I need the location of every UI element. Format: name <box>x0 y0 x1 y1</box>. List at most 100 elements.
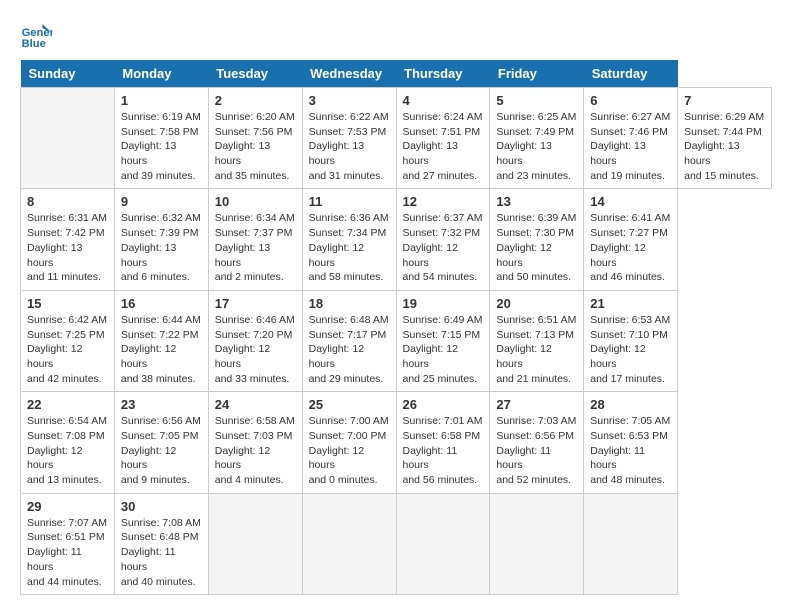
day-cell: 11Sunrise: 6:36 AM Sunset: 7:34 PM Dayli… <box>302 189 396 290</box>
day-cell: 6Sunrise: 6:27 AM Sunset: 7:46 PM Daylig… <box>584 88 678 189</box>
day-cell <box>396 493 490 594</box>
day-number: 27 <box>496 397 577 412</box>
day-cell <box>208 493 302 594</box>
day-number: 10 <box>215 194 296 209</box>
day-number: 12 <box>403 194 484 209</box>
svg-text:Blue: Blue <box>22 38 46 50</box>
day-info: Sunrise: 6:24 AM Sunset: 7:51 PM Dayligh… <box>403 110 484 183</box>
day-number: 17 <box>215 296 296 311</box>
day-info: Sunrise: 6:58 AM Sunset: 7:03 PM Dayligh… <box>215 414 296 487</box>
day-cell: 17 Sunrise: 6:46 AM Sunset: 7:20 PM Dayli… <box>208 290 302 391</box>
day-header-saturday: Saturday <box>584 60 678 88</box>
day-cell <box>490 493 584 594</box>
day-info: Sunrise: 7:08 AM Sunset: 6:48 PM Dayligh… <box>121 516 202 589</box>
day-number: 8 <box>27 194 108 209</box>
week-row-0: 1 Sunrise: 6:19 AM Sunset: 7:58 PM Daylig… <box>21 88 772 189</box>
day-header-thursday: Thursday <box>396 60 490 88</box>
day-info: Sunrise: 6:29 AM Sunset: 7:44 PM Dayligh… <box>684 110 765 183</box>
day-cell: 30 Sunrise: 7:08 AM Sunset: 6:48 PM Dayli… <box>114 493 208 594</box>
day-number: 23 <box>121 397 202 412</box>
day-cell: 5 Sunrise: 6:25 AM Sunset: 7:49 PM Daylig… <box>490 88 584 189</box>
day-number: 28 <box>590 397 671 412</box>
day-cell <box>302 493 396 594</box>
logo: General Blue <box>20 20 54 52</box>
day-info: Sunrise: 6:32 AM Sunset: 7:39 PM Dayligh… <box>121 211 202 284</box>
day-cell: 4 Sunrise: 6:24 AM Sunset: 7:51 PM Daylig… <box>396 88 490 189</box>
day-info: Sunrise: 6:51 AM Sunset: 7:13 PM Dayligh… <box>496 313 577 386</box>
day-number: 26 <box>403 397 484 412</box>
day-info: Sunrise: 6:48 AM Sunset: 7:17 PM Dayligh… <box>309 313 390 386</box>
day-cell: 29 Sunrise: 7:07 AM Sunset: 6:51 PM Dayli… <box>21 493 115 594</box>
day-number: 2 <box>215 93 296 108</box>
day-cell: 19Sunrise: 6:49 AM Sunset: 7:15 PM Dayli… <box>396 290 490 391</box>
day-cell: 18Sunrise: 6:48 AM Sunset: 7:17 PM Dayli… <box>302 290 396 391</box>
day-number: 29 <box>27 499 108 514</box>
day-info: Sunrise: 6:20 AM Sunset: 7:56 PM Dayligh… <box>215 110 296 183</box>
day-info: Sunrise: 6:54 AM Sunset: 7:08 PM Dayligh… <box>27 414 108 487</box>
day-number: 7 <box>684 93 765 108</box>
day-number: 22 <box>27 397 108 412</box>
day-info: Sunrise: 7:03 AM Sunset: 6:56 PM Dayligh… <box>496 414 577 487</box>
day-cell: 28 Sunrise: 7:05 AM Sunset: 6:53 PM Dayli… <box>584 392 678 493</box>
day-info: Sunrise: 6:31 AM Sunset: 7:42 PM Dayligh… <box>27 211 108 284</box>
day-number: 30 <box>121 499 202 514</box>
day-cell: 26 Sunrise: 7:01 AM Sunset: 6:58 PM Dayli… <box>396 392 490 493</box>
calendar-table: SundayMondayTuesdayWednesdayThursdayFrid… <box>20 60 772 595</box>
week-row-3: 22 Sunrise: 6:54 AM Sunset: 7:08 PM Dayli… <box>21 392 772 493</box>
day-cell: 14 Sunrise: 6:41 AM Sunset: 7:27 PM Dayli… <box>584 189 678 290</box>
day-cell: 21 Sunrise: 6:53 AM Sunset: 7:10 PM Dayli… <box>584 290 678 391</box>
day-info: Sunrise: 6:36 AM Sunset: 7:34 PM Dayligh… <box>309 211 390 284</box>
day-info: Sunrise: 6:37 AM Sunset: 7:32 PM Dayligh… <box>403 211 484 284</box>
day-number: 9 <box>121 194 202 209</box>
day-cell: 12 Sunrise: 6:37 AM Sunset: 7:32 PM Dayli… <box>396 189 490 290</box>
day-info: Sunrise: 6:19 AM Sunset: 7:58 PM Dayligh… <box>121 110 202 183</box>
day-number: 6 <box>590 93 671 108</box>
day-info: Sunrise: 6:46 AM Sunset: 7:20 PM Dayligh… <box>215 313 296 386</box>
day-cell: 9 Sunrise: 6:32 AM Sunset: 7:39 PM Daylig… <box>114 189 208 290</box>
day-info: Sunrise: 6:34 AM Sunset: 7:37 PM Dayligh… <box>215 211 296 284</box>
day-number: 21 <box>590 296 671 311</box>
day-number: 13 <box>496 194 577 209</box>
day-info: Sunrise: 7:01 AM Sunset: 6:58 PM Dayligh… <box>403 414 484 487</box>
day-info: Sunrise: 7:05 AM Sunset: 6:53 PM Dayligh… <box>590 414 671 487</box>
day-info: Sunrise: 7:07 AM Sunset: 6:51 PM Dayligh… <box>27 516 108 589</box>
day-cell <box>21 88 115 189</box>
day-info: Sunrise: 6:41 AM Sunset: 7:27 PM Dayligh… <box>590 211 671 284</box>
day-cell: 25Sunrise: 7:00 AM Sunset: 7:00 PM Dayli… <box>302 392 396 493</box>
day-number: 3 <box>309 93 390 108</box>
day-cell: 2 Sunrise: 6:20 AM Sunset: 7:56 PM Daylig… <box>208 88 302 189</box>
day-cell <box>584 493 678 594</box>
day-header-wednesday: Wednesday <box>302 60 396 88</box>
logo-icon: General Blue <box>20 20 52 52</box>
day-info: Sunrise: 6:42 AM Sunset: 7:25 PM Dayligh… <box>27 313 108 386</box>
day-header-monday: Monday <box>114 60 208 88</box>
day-cell: 20Sunrise: 6:51 AM Sunset: 7:13 PM Dayli… <box>490 290 584 391</box>
day-number: 1 <box>121 93 202 108</box>
day-cell: 15 Sunrise: 6:42 AM Sunset: 7:25 PM Dayli… <box>21 290 115 391</box>
day-cell: 7 Sunrise: 6:29 AM Sunset: 7:44 PM Daylig… <box>678 88 772 189</box>
day-cell: 22 Sunrise: 6:54 AM Sunset: 7:08 PM Dayli… <box>21 392 115 493</box>
day-cell: 3 Sunrise: 6:22 AM Sunset: 7:53 PM Daylig… <box>302 88 396 189</box>
day-header-sunday: Sunday <box>21 60 115 88</box>
day-cell: 1 Sunrise: 6:19 AM Sunset: 7:58 PM Daylig… <box>114 88 208 189</box>
day-cell: 8 Sunrise: 6:31 AM Sunset: 7:42 PM Daylig… <box>21 189 115 290</box>
day-info: Sunrise: 6:49 AM Sunset: 7:15 PM Dayligh… <box>403 313 484 386</box>
day-number: 14 <box>590 194 671 209</box>
day-cell: 13 Sunrise: 6:39 AM Sunset: 7:30 PM Dayli… <box>490 189 584 290</box>
day-info: Sunrise: 6:53 AM Sunset: 7:10 PM Dayligh… <box>590 313 671 386</box>
day-header-tuesday: Tuesday <box>208 60 302 88</box>
day-info: Sunrise: 6:39 AM Sunset: 7:30 PM Dayligh… <box>496 211 577 284</box>
day-cell: 10 Sunrise: 6:34 AM Sunset: 7:37 PM Dayli… <box>208 189 302 290</box>
day-cell: 16Sunrise: 6:44 AM Sunset: 7:22 PM Dayli… <box>114 290 208 391</box>
day-number: 4 <box>403 93 484 108</box>
day-info: Sunrise: 6:44 AM Sunset: 7:22 PM Dayligh… <box>121 313 202 386</box>
week-row-4: 29 Sunrise: 7:07 AM Sunset: 6:51 PM Dayli… <box>21 493 772 594</box>
day-info: Sunrise: 6:22 AM Sunset: 7:53 PM Dayligh… <box>309 110 390 183</box>
calendar-header-row: SundayMondayTuesdayWednesdayThursdayFrid… <box>21 60 772 88</box>
day-number: 5 <box>496 93 577 108</box>
day-info: Sunrise: 6:25 AM Sunset: 7:49 PM Dayligh… <box>496 110 577 183</box>
day-number: 25 <box>309 397 390 412</box>
day-number: 15 <box>27 296 108 311</box>
week-row-1: 8 Sunrise: 6:31 AM Sunset: 7:42 PM Daylig… <box>21 189 772 290</box>
day-number: 24 <box>215 397 296 412</box>
